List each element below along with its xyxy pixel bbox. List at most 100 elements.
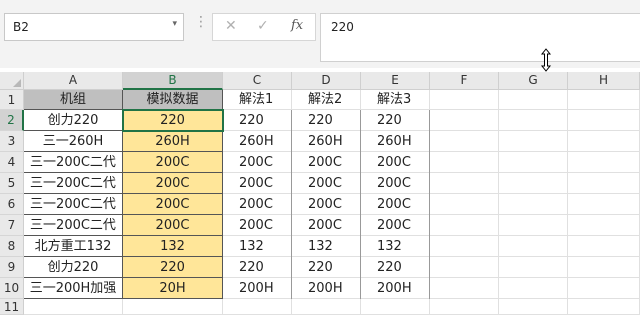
cell-c6[interactable]: 200C	[223, 194, 292, 215]
cell-d5[interactable]: 200C	[292, 173, 361, 194]
cell-b7[interactable]: 200C	[123, 215, 223, 236]
cell-b11[interactable]	[123, 299, 223, 315]
cell-d8[interactable]: 132	[292, 236, 361, 257]
cell-d7[interactable]: 200C	[292, 215, 361, 236]
formula-input[interactable]: 220	[320, 13, 640, 62]
row-header-11[interactable]: 11	[0, 299, 24, 315]
cell-b2[interactable]: 220	[123, 110, 223, 131]
cell-g10[interactable]	[499, 278, 568, 299]
cell-h4[interactable]	[568, 152, 640, 173]
cell-d6[interactable]: 200C	[292, 194, 361, 215]
cell-a4[interactable]: 三一200C二代	[24, 152, 123, 173]
column-header-c[interactable]: C	[223, 72, 292, 90]
cell-d9[interactable]: 220	[292, 257, 361, 278]
cell-d4[interactable]: 200C	[292, 152, 361, 173]
cell-c11[interactable]	[223, 299, 292, 315]
row-header-7[interactable]: 7	[0, 215, 24, 236]
column-header-a[interactable]: A	[24, 72, 123, 90]
row-header-4[interactable]: 4	[0, 152, 24, 173]
cell-h2[interactable]	[568, 110, 640, 131]
cell-h6[interactable]	[568, 194, 640, 215]
cell-e8[interactable]: 132	[361, 236, 430, 257]
drag-handle-icon[interactable]: ⋮	[194, 14, 208, 30]
cell-c2[interactable]: 220	[223, 110, 292, 131]
cell-b10[interactable]: 20H	[123, 278, 223, 299]
cancel-icon[interactable]: ✕	[225, 18, 237, 34]
cell-b9[interactable]: 220	[123, 257, 223, 278]
select-all-corner[interactable]	[0, 72, 24, 90]
cell-h9[interactable]	[568, 257, 640, 278]
cell-a9[interactable]: 创力220	[24, 257, 123, 278]
cell-f9[interactable]	[430, 257, 499, 278]
cell-h3[interactable]	[568, 131, 640, 152]
cell-e11[interactable]	[361, 299, 430, 315]
cell-d1[interactable]: 解法2	[292, 90, 361, 110]
cell-h7[interactable]	[568, 215, 640, 236]
fx-icon[interactable]: fx	[291, 18, 303, 33]
cell-f3[interactable]	[430, 131, 499, 152]
column-header-e[interactable]: E	[361, 72, 430, 90]
column-header-f[interactable]: F	[430, 72, 499, 90]
cell-c10[interactable]: 200H	[223, 278, 292, 299]
cell-h11[interactable]	[568, 299, 640, 315]
cell-d2[interactable]: 220	[292, 110, 361, 131]
row-header-6[interactable]: 6	[0, 194, 24, 215]
cell-a2[interactable]: 创力220	[24, 110, 123, 131]
cell-e3[interactable]: 260H	[361, 131, 430, 152]
cell-f11[interactable]	[430, 299, 499, 315]
cell-c4[interactable]: 200C	[223, 152, 292, 173]
cell-a1[interactable]: 机组	[24, 90, 123, 110]
cell-a10[interactable]: 三一200H加强	[24, 278, 123, 299]
row-header-8[interactable]: 8	[0, 236, 24, 257]
row-header-5[interactable]: 5	[0, 173, 24, 194]
cell-d3[interactable]: 260H	[292, 131, 361, 152]
cell-f1[interactable]	[430, 90, 499, 110]
cell-f5[interactable]	[430, 173, 499, 194]
cell-a3[interactable]: 三一260H	[24, 131, 123, 152]
cell-b8[interactable]: 132	[123, 236, 223, 257]
cell-d11[interactable]	[292, 299, 361, 315]
cell-c8[interactable]: 132	[223, 236, 292, 257]
cell-c1[interactable]: 解法1	[223, 90, 292, 110]
cell-e1[interactable]: 解法3	[361, 90, 430, 110]
cell-b5[interactable]: 200C	[123, 173, 223, 194]
cell-f2[interactable]	[430, 110, 499, 131]
row-header-10[interactable]: 10	[0, 278, 24, 299]
cell-a8[interactable]: 北方重工132	[24, 236, 123, 257]
cell-g1[interactable]	[499, 90, 568, 110]
cell-f7[interactable]	[430, 215, 499, 236]
cell-e4[interactable]: 200C	[361, 152, 430, 173]
cell-f6[interactable]	[430, 194, 499, 215]
cell-a7[interactable]: 三一200C二代	[24, 215, 123, 236]
cell-e6[interactable]: 200C	[361, 194, 430, 215]
column-header-g[interactable]: G	[499, 72, 568, 90]
cell-f10[interactable]	[430, 278, 499, 299]
column-header-b[interactable]: B	[123, 72, 223, 90]
cell-h1[interactable]	[568, 90, 640, 110]
cell-e7[interactable]: 200C	[361, 215, 430, 236]
cell-f4[interactable]	[430, 152, 499, 173]
cell-a11[interactable]	[24, 299, 123, 315]
cell-g8[interactable]	[499, 236, 568, 257]
chevron-down-icon[interactable]: ▾	[172, 19, 177, 29]
cell-c5[interactable]: 200C	[223, 173, 292, 194]
cell-g11[interactable]	[499, 299, 568, 315]
cell-e9[interactable]: 220	[361, 257, 430, 278]
cell-b6[interactable]: 200C	[123, 194, 223, 215]
cell-c3[interactable]: 260H	[223, 131, 292, 152]
cell-b4[interactable]: 200C	[123, 152, 223, 173]
cell-c7[interactable]: 200C	[223, 215, 292, 236]
cell-b1[interactable]: 模拟数据	[123, 90, 223, 110]
cell-d10[interactable]: 200H	[292, 278, 361, 299]
cell-h5[interactable]	[568, 173, 640, 194]
row-header-2[interactable]: 2	[0, 110, 24, 131]
cell-b3[interactable]: 260H	[123, 131, 223, 152]
column-header-h[interactable]: H	[568, 72, 640, 90]
name-box[interactable]: B2 ▾	[4, 13, 184, 41]
cell-e2[interactable]: 220	[361, 110, 430, 131]
cell-g5[interactable]	[499, 173, 568, 194]
column-header-d[interactable]: D	[292, 72, 361, 90]
cell-h10[interactable]	[568, 278, 640, 299]
cell-a6[interactable]: 三一200C二代	[24, 194, 123, 215]
cell-e10[interactable]: 200H	[361, 278, 430, 299]
